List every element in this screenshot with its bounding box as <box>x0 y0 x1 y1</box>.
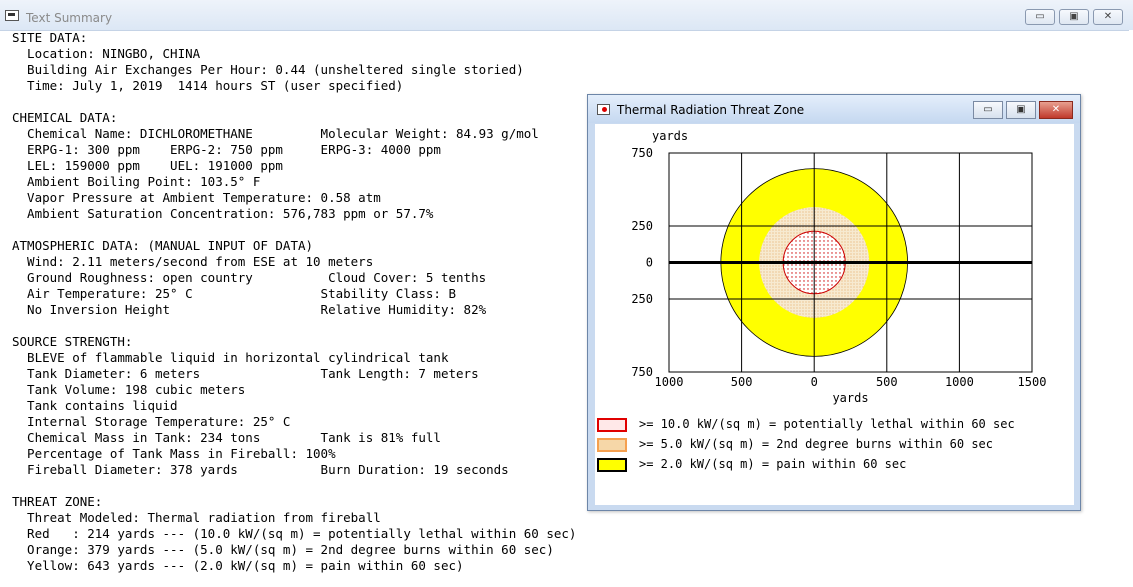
threat-zone-title: Thermal Radiation Threat Zone <box>617 103 805 117</box>
legend-label: >= 5.0 kW/(sq m) = 2nd degree burns with… <box>639 437 994 451</box>
legend-swatch <box>597 458 627 472</box>
legend-row: >= 2.0 kW/(sq m) = pain within 60 sec <box>595 457 1074 477</box>
summary-line: Fireball Diameter: 378 yards Burn Durati… <box>12 462 509 477</box>
y-tick-label: 750 <box>631 365 653 379</box>
summary-line: Air Temperature: 25° C Stability Class: … <box>12 286 457 301</box>
summary-line: Wind: 2.11 meters/second from ESE at 10 … <box>12 254 374 269</box>
threat-zone-minimize-button[interactable]: ▭ <box>973 101 1003 119</box>
x-tick-label: 1500 <box>1018 375 1047 389</box>
summary-line: SOURCE STRENGTH: <box>12 334 133 349</box>
summary-line: Internal Storage Temperature: 25° C <box>12 414 291 429</box>
x-tick-label: 500 <box>876 375 898 389</box>
summary-line: Location: NINGBO, CHINA <box>12 46 201 61</box>
summary-line: Threat Modeled: Thermal radiation from f… <box>12 510 381 525</box>
summary-line: Percentage of Tank Mass in Fireball: 100… <box>12 446 336 461</box>
x-axis-unit-label: yards <box>832 391 868 405</box>
window-title: Text Summary <box>26 11 113 25</box>
x-tick-label: 1000 <box>945 375 974 389</box>
y-tick-label: 250 <box>631 292 653 306</box>
y-tick-label: 250 <box>631 219 653 233</box>
threat-zone-window: Thermal Radiation Threat Zone ▭ ▣ ✕ yard… <box>587 94 1081 511</box>
threat-zone-chart: yards75025002507501000 500 0 500 1000 1500yar… <box>631 129 1047 405</box>
summary-line: SITE DATA: <box>12 30 88 45</box>
summary-line: Ambient Saturation Concentration: 576,78… <box>12 206 434 221</box>
summary-line: Red : 214 yards --- (10.0 kW/(sq m) = po… <box>12 526 577 541</box>
summary-line: ERPG-1: 300 ppm ERPG-2: 750 ppm ERPG-3: … <box>12 142 441 157</box>
summary-line: Tank contains liquid <box>12 398 178 413</box>
x-tick-label: 0 <box>811 375 818 389</box>
summary-line: BLEVE of flammable liquid in horizontal … <box>12 350 449 365</box>
legend-label: >= 10.0 kW/(sq m) = potentially lethal w… <box>639 417 1015 431</box>
summary-line: Orange: 379 yards --- (5.0 kW/(sq m) = 2… <box>12 542 554 557</box>
legend-swatch <box>597 438 627 452</box>
summary-line: Vapor Pressure at Ambient Temperature: 0… <box>12 190 381 205</box>
legend-row: >= 5.0 kW/(sq m) = 2nd degree burns with… <box>595 437 1074 457</box>
y-axis-unit-label: yards <box>652 129 688 143</box>
summary-line: ATMOSPHERIC DATA: (MANUAL INPUT OF DATA) <box>12 238 314 253</box>
window-right-edge <box>1129 30 1133 587</box>
summary-line: CHEMICAL DATA: <box>12 110 118 125</box>
window-icon[interactable] <box>5 10 19 21</box>
legend-row: >= 10.0 kW/(sq m) = potentially lethal w… <box>595 417 1074 437</box>
title-bar[interactable]: Text Summary ▭ ▣ ✕ <box>0 0 1133 31</box>
threat-zone-window-icon[interactable] <box>597 104 610 115</box>
summary-line: Chemical Mass in Tank: 234 tons Tank is … <box>12 430 441 445</box>
summary-line: THREAT ZONE: <box>12 494 103 509</box>
restore-button[interactable]: ▣ <box>1059 9 1089 25</box>
y-tick-label: 750 <box>631 146 653 160</box>
summary-line: Tank Diameter: 6 meters Tank Length: 7 m… <box>12 366 479 381</box>
legend-swatch <box>597 418 627 432</box>
text-summary-window: Text Summary ▭ ▣ ✕ SITE DATA: Location: … <box>0 0 1133 587</box>
threat-zone-close-button[interactable]: ✕ <box>1039 101 1073 119</box>
threat-zone-title-bar[interactable]: Thermal Radiation Threat Zone ▭ ▣ ✕ <box>588 95 1080 123</box>
summary-line: Yellow: 643 yards --- (2.0 kW/(sq m) = p… <box>12 558 464 573</box>
legend-label: >= 2.0 kW/(sq m) = pain within 60 sec <box>639 457 907 471</box>
threat-zone-plot-area: yards 750 250 0 250 750 1000 500 0 500 1000 1500 yar… <box>595 124 1074 505</box>
minimize-button[interactable]: ▭ <box>1025 9 1055 25</box>
close-button[interactable]: ✕ <box>1093 9 1123 25</box>
summary-line: Time: July 1, 2019 1414 hours ST (user s… <box>12 78 404 93</box>
summary-line: Ambient Boiling Point: 103.5° F <box>12 174 261 189</box>
x-tick-label: 1000 <box>655 375 684 389</box>
summary-line: LEL: 159000 ppm UEL: 191000 ppm <box>12 158 283 173</box>
summary-line: Tank Volume: 198 cubic meters <box>12 382 246 397</box>
y-tick-label: 0 <box>646 256 653 270</box>
summary-line: Chemical Name: DICHLOROMETHANE Molecular… <box>12 126 539 141</box>
x-tick-label: 500 <box>731 375 753 389</box>
summary-line: Ground Roughness: open country Cloud Cov… <box>12 270 487 285</box>
summary-line: No Inversion Height Relative Humidity: 8… <box>12 302 487 317</box>
threat-zone-restore-button[interactable]: ▣ <box>1006 101 1036 119</box>
summary-line: Building Air Exchanges Per Hour: 0.44 (u… <box>12 62 524 77</box>
